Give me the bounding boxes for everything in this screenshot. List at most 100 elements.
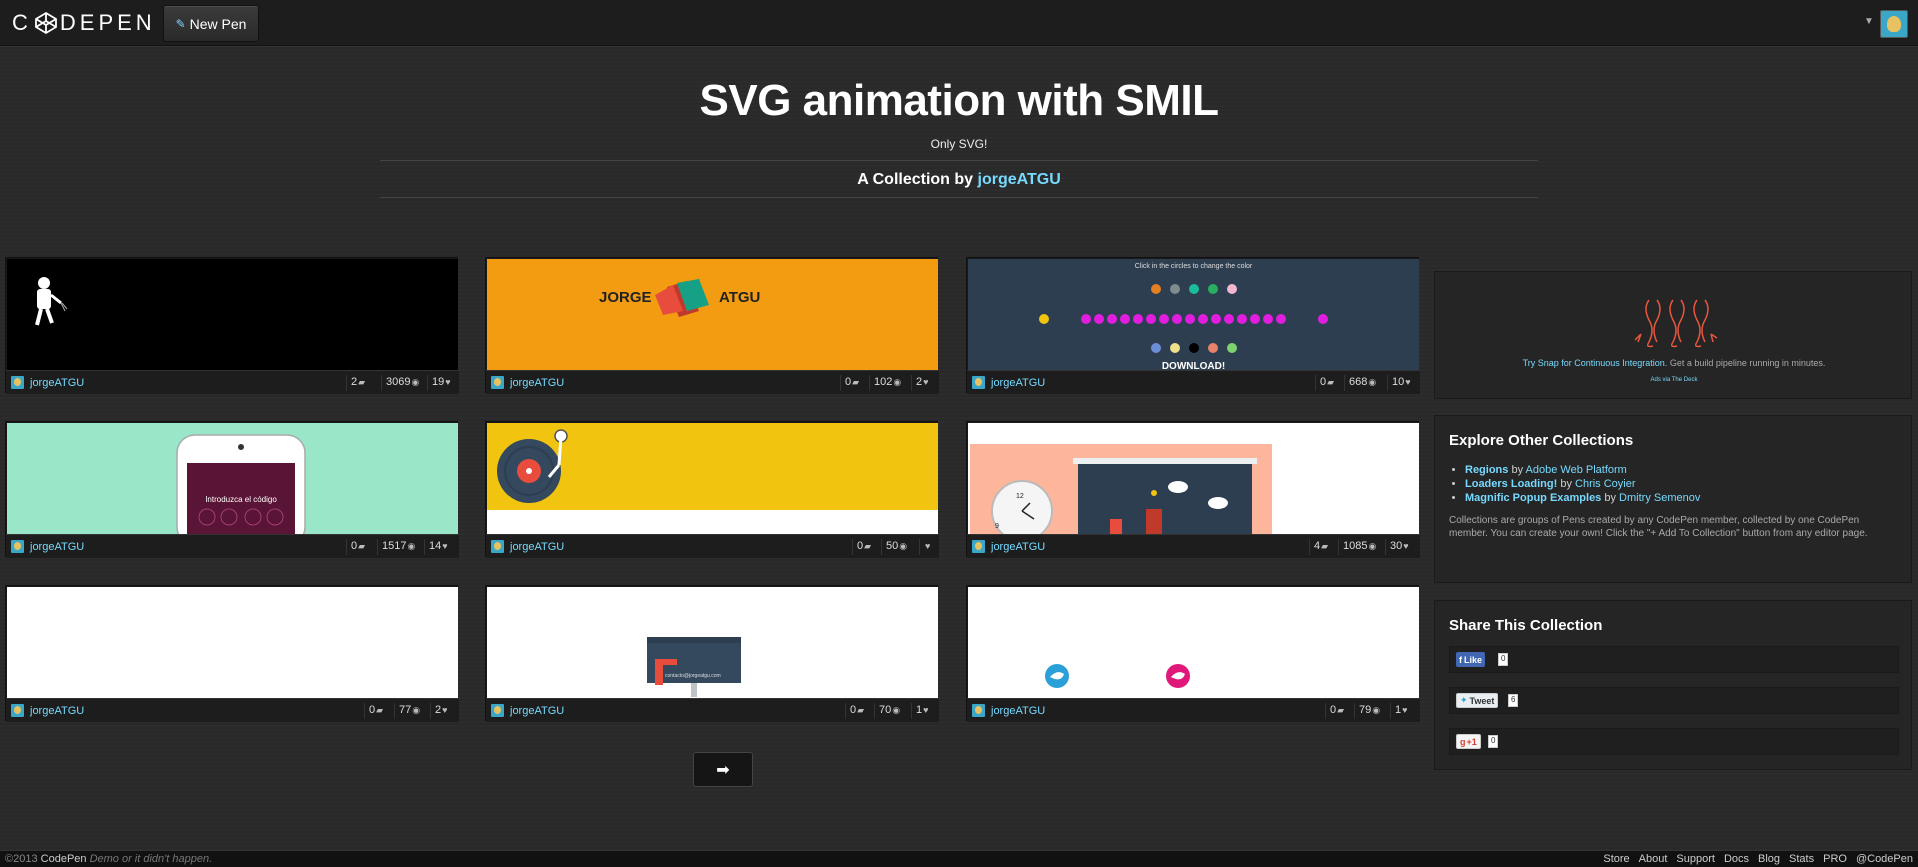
collection-link[interactable]: Loaders Loading! — [1465, 478, 1557, 490]
pen-thumbnail[interactable] — [7, 587, 458, 698]
comment-icon: ▰ — [358, 541, 366, 551]
footer-link-support[interactable]: Support — [1676, 853, 1715, 865]
pen-author-link[interactable]: jorgeATGU — [30, 377, 84, 389]
twitter-count: 6 — [1508, 694, 1519, 707]
footer-links: Store About Support Docs Blog Stats PRO … — [1603, 853, 1913, 865]
collection-link[interactable]: Regions — [1465, 464, 1508, 476]
pen-thumbnail[interactable]: 12 9 — [968, 423, 1419, 534]
ad-link[interactable]: Try Snap for Continuous Integration. — [1523, 358, 1668, 368]
author-avatar[interactable] — [11, 540, 24, 553]
author-avatar[interactable] — [972, 704, 985, 717]
next-page-button[interactable]: ➡ — [693, 752, 753, 787]
pen-card[interactable]: jorgeATGU 0▰ 79◉ 1♥ — [966, 585, 1420, 722]
heart-count[interactable]: 30♥ — [1385, 539, 1413, 555]
pen-thumbnail[interactable] — [7, 259, 458, 370]
pen-author-link[interactable]: jorgeATGU — [30, 541, 84, 553]
footer-copyright: ©2013 CodePen Demo or it didn't happen. — [5, 853, 213, 865]
pen-card[interactable]: Click in the circles to change the color… — [966, 257, 1420, 394]
pen-thumbnail[interactable]: Introduzca el código — [7, 423, 458, 534]
comment-count[interactable]: 0▰ — [840, 375, 863, 391]
user-avatar[interactable] — [1880, 10, 1908, 38]
comment-icon: ▰ — [1321, 541, 1329, 551]
collections-list: Regions by Adobe Web Platform Loaders Lo… — [1465, 463, 1700, 505]
list-item: Magnific Popup Examples by Dmitry Semeno… — [1465, 491, 1700, 505]
footer-link-docs[interactable]: Docs — [1724, 853, 1749, 865]
footer-link-stats[interactable]: Stats — [1789, 853, 1814, 865]
heart-count[interactable]: 2♥ — [430, 703, 451, 719]
heart-count[interactable]: 10♥ — [1387, 375, 1415, 391]
comment-count[interactable]: 0▰ — [852, 539, 875, 555]
comment-count[interactable]: 0▰ — [1315, 375, 1338, 391]
footer-link-blog[interactable]: Blog — [1758, 853, 1780, 865]
footer-brand-link[interactable]: CodePen — [41, 853, 87, 865]
new-pen-button[interactable]: ✎ New Pen — [163, 5, 259, 42]
pen-author-link[interactable]: jorgeATGU — [991, 541, 1045, 553]
pen-thumbnail[interactable]: contacto@jorgeatgu.com — [487, 587, 938, 698]
comment-count[interactable]: 4▰ — [1309, 539, 1332, 555]
footer-link-about[interactable]: About — [1639, 853, 1668, 865]
collection-author-link[interactable]: Chris Coyier — [1575, 478, 1636, 490]
comment-count[interactable]: 0▰ — [364, 703, 387, 719]
collection-author-link[interactable]: Adobe Web Platform — [1526, 464, 1627, 476]
author-avatar[interactable] — [491, 540, 504, 553]
pen-card[interactable]: 12 9 jorgeATGU 4▰ 1085◉ 30♥ — [966, 421, 1420, 558]
eye-icon: ◉ — [1368, 377, 1377, 387]
footer-link-store[interactable]: Store — [1603, 853, 1629, 865]
pen-thumbnail[interactable] — [487, 423, 938, 534]
collection-link[interactable]: Magnific Popup Examples — [1465, 492, 1601, 504]
pen-thumbnail[interactable] — [968, 587, 1419, 698]
codepen-logo[interactable]: C DEPEN — [12, 10, 156, 36]
twitter-bird-icon: ✦ — [1460, 695, 1468, 705]
pen-author-link[interactable]: jorgeATGU — [510, 705, 564, 717]
pen-author-link[interactable]: jorgeATGU — [991, 705, 1045, 717]
comment-icon: ▰ — [1337, 705, 1345, 715]
heart-count[interactable]: 1♥ — [1390, 703, 1411, 719]
author-avatar[interactable] — [11, 376, 24, 389]
heart-count[interactable]: 2♥ — [911, 375, 932, 391]
pen-author-link[interactable]: jorgeATGU — [30, 705, 84, 717]
share-heading: Share This Collection — [1449, 617, 1603, 634]
eye-icon: ◉ — [1372, 705, 1381, 715]
tweet-button[interactable]: ✦ Tweet — [1456, 693, 1499, 708]
footer-link-pro[interactable]: PRO — [1823, 853, 1847, 865]
collection-author-link[interactable]: Dmitry Semenov — [1619, 492, 1700, 504]
comment-icon: ▰ — [864, 541, 872, 551]
author-avatar[interactable] — [972, 376, 985, 389]
heart-count[interactable]: 14♥ — [424, 539, 452, 555]
comment-count[interactable]: 0▰ — [845, 703, 868, 719]
collection-owner-link[interactable]: jorgeATGU — [978, 171, 1061, 188]
collections-explainer: Collections are groups of Pens created b… — [1449, 515, 1868, 539]
collection-description: Only SVG! — [930, 137, 988, 151]
pen-author-link[interactable]: jorgeATGU — [510, 541, 564, 553]
user-menu-caret-icon[interactable]: ▼ — [1864, 16, 1874, 27]
pen-card[interactable]: JORGE ATGU jorgeATGU 0▰ 102◉ 2♥ — [485, 257, 939, 394]
author-avatar[interactable] — [491, 376, 504, 389]
ad-via-link[interactable]: Ads via The Deck — [1435, 377, 1913, 383]
facebook-like-button[interactable]: f Like — [1456, 652, 1486, 667]
comment-count[interactable]: 2▰ — [346, 375, 369, 391]
pen-author-link[interactable]: jorgeATGU — [991, 377, 1045, 389]
pen-thumbnail[interactable]: JORGE ATGU — [487, 259, 938, 370]
heart-count[interactable]: 1♥ — [911, 703, 932, 719]
pen-author-link[interactable]: jorgeATGU — [510, 377, 564, 389]
sponsor-ad[interactable]: Try Snap for Continuous Integration. Get… — [1434, 271, 1912, 399]
ad-text: Try Snap for Continuous Integration. Get… — [1522, 358, 1826, 368]
gplus-button[interactable]: g +1 — [1456, 734, 1481, 749]
pen-card[interactable]: contacto@jorgeatgu.com jorgeATGU 0▰ 70◉ … — [485, 585, 939, 722]
comment-count[interactable]: 0▰ — [346, 539, 369, 555]
pen-card[interactable]: jorgeATGU 2▰ 3069◉ 19♥ — [5, 257, 459, 394]
author-avatar[interactable] — [11, 704, 24, 717]
twitter-share-row: ✦ Tweet 6 — [1449, 687, 1899, 714]
heart-count[interactable]: ♥ — [919, 539, 934, 555]
pen-card[interactable]: jorgeATGU 0▰ 77◉ 2♥ — [5, 585, 459, 722]
heart-count[interactable]: 19♥ — [427, 375, 455, 391]
comment-count[interactable]: 0▰ — [1325, 703, 1348, 719]
pen-card[interactable]: jorgeATGU 0▰ 50◉ ♥ — [485, 421, 939, 558]
author-avatar[interactable] — [972, 540, 985, 553]
author-avatar[interactable] — [491, 704, 504, 717]
footer-link-twitter[interactable]: @CodePen — [1856, 853, 1913, 865]
pen-thumbnail[interactable]: Click in the circles to change the color… — [968, 259, 1419, 370]
phone-prompt-text: Introduzca el código — [205, 495, 277, 504]
explore-collections-panel: Explore Other Collections Regions by Ado… — [1434, 415, 1912, 583]
pen-card[interactable]: Introduzca el código jorgeATGU 0▰ 1517◉ … — [5, 421, 459, 558]
